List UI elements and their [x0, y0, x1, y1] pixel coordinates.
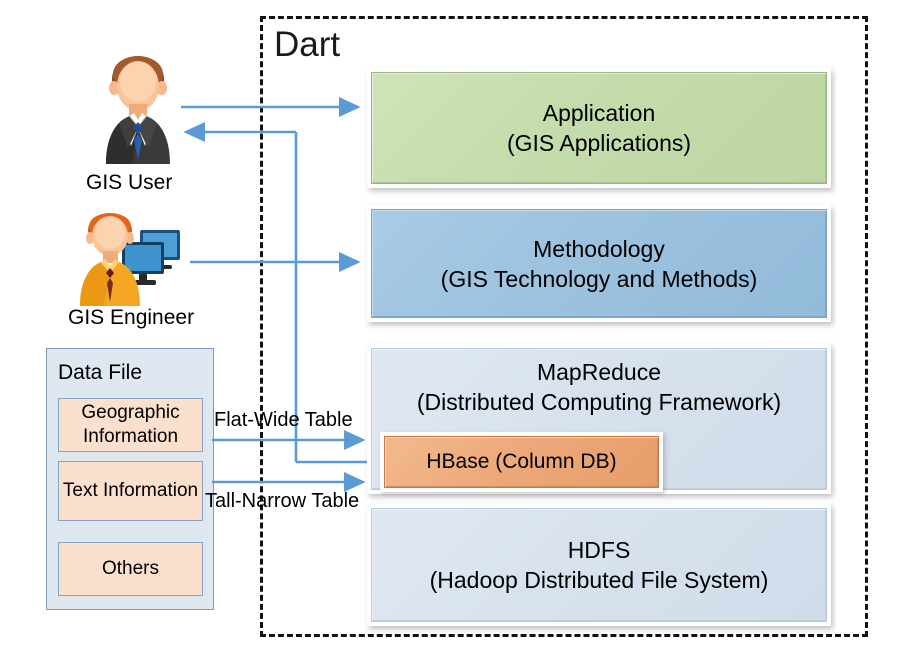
dart-label: Dart: [274, 25, 341, 64]
hbase-label: HBase (Column DB): [384, 436, 659, 488]
businessman-avatar-icon: [106, 56, 170, 164]
layer-application-title: Application: [542, 100, 656, 126]
diagram-canvas: Dart GIS User GIS Engineer Data File Geo…: [0, 0, 912, 672]
edge-label-flat-wide-table: Flat-Wide Table: [214, 409, 353, 431]
layer-hdfs-subtitle: (Hadoop Distributed File System): [429, 567, 769, 593]
layer-mapreduce: MapReduce (Distributed Computing Framewo…: [367, 344, 831, 494]
gis-user-label: GIS User: [86, 171, 173, 194]
layer-application-subtitle: (GIS Applications): [506, 130, 692, 156]
layer-mapreduce-title: MapReduce: [536, 359, 662, 385]
data-file-item-geographic-information: Geographic Information: [58, 398, 203, 452]
gis-engineer-label: GIS Engineer: [68, 306, 195, 329]
edge-label-tall-narrow-table: Tall-Narrow Table: [205, 490, 360, 512]
data-file-item-others: Others: [58, 542, 203, 596]
hbase-box: HBase (Column DB): [380, 432, 663, 492]
layer-hdfs: HDFS (Hadoop Distributed File System): [367, 504, 831, 626]
data-file-item-text-information: Text Information: [58, 461, 203, 521]
engineer-with-monitors-avatar-icon: [80, 213, 180, 306]
layer-application: Application (GIS Applications): [367, 68, 831, 188]
layer-mapreduce-subtitle: (Distributed Computing Framework): [416, 389, 782, 415]
data-file-title: Data File: [58, 361, 143, 384]
layer-methodology-subtitle: (GIS Technology and Methods): [440, 265, 758, 292]
layer-hdfs-title: HDFS: [567, 537, 631, 563]
layer-methodology-title: Methodology: [533, 235, 665, 262]
layer-methodology: Methodology (GIS Technology and Methods): [367, 205, 831, 322]
